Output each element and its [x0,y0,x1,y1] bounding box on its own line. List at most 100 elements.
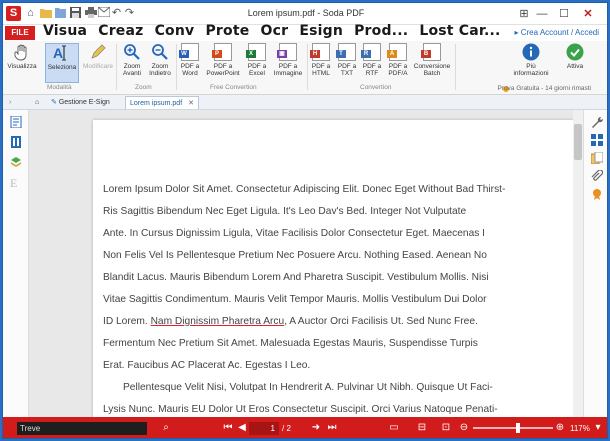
tab-gestione-esign-label: Gestione E-Sign [58,99,110,106]
document-line: Vitae Sagittis Condimentum. Mauris Velit… [103,294,487,305]
conversione-batch-label: Conversione Batch [413,63,451,77]
ribbon-tabs-row: FILE Visua Creaz Conv Prote Ocr Esign Pr… [3,23,607,41]
pdf-rtf-button[interactable]: R PDF a RTF [360,43,384,77]
document-text: ID Lorem. [103,316,148,327]
close-button[interactable]: ✕ [579,6,597,22]
zoom-out-button[interactable]: ⊖ [457,421,471,435]
batch-file-icon: B [421,43,441,61]
next-page-icon[interactable]: ➜ [309,421,323,435]
maximize-button[interactable]: ☐ [555,6,573,22]
tab-convert[interactable]: Conv [155,23,195,39]
seleziona-button[interactable]: A Seleziona [45,43,79,83]
conversione-batch-button[interactable]: B Conversione Batch [413,43,451,77]
zoom-avanti-label: Zoom Avanti [123,63,141,77]
powerpoint-file-icon: P [212,43,232,61]
pdf-pdfa-button[interactable]: A PDF a PDF/A [384,43,412,77]
visualizza-button[interactable]: Visualizza [7,43,37,70]
zoom-out-icon [152,44,168,60]
grid-view-icon[interactable] [591,134,603,146]
pdf-word-button[interactable]: W PDF a Word [177,43,203,77]
document-line: Ris Sagittis Bibendum Nec Eget Ligula. I… [103,206,467,217]
single-page-view-icon[interactable]: ▭ [387,421,401,435]
last-page-icon[interactable]: ⏭ [325,421,339,435]
find-input[interactable] [17,422,147,435]
text-field-icon[interactable]: E [10,176,22,188]
txt-file-icon: T [336,43,356,61]
modificare-button[interactable]: Modificare [83,43,113,70]
document-line: Fermentum Nec Pretium Sit Amet. Malesuad… [103,338,478,349]
layers-icon[interactable] [10,156,22,168]
close-tab-icon[interactable]: ✕ [188,100,194,107]
ribbon-divider [116,44,117,90]
scrollbar-thumb[interactable] [574,124,582,160]
tab-gestione-esign[interactable]: ✎ Gestione E-Sign [47,96,114,109]
ribbon: Visualizza A Seleziona Modificare Modali… [3,41,607,95]
tab-view[interactable]: Visua [43,23,87,39]
document-link-text[interactable]: Nam Dignissim Pharetra Arcu [151,316,285,327]
seleziona-label: Seleziona [47,64,77,71]
excel-file-icon: X [246,43,266,61]
pdf-txt-button[interactable]: T PDF a TXT [335,43,359,77]
rtf-file-icon: R [361,43,381,61]
copy-pages-icon[interactable] [591,152,603,164]
fit-page-icon[interactable]: ⊟ [415,421,429,435]
trial-label: Prova Gratuita - 14 giorni rimasti [497,85,591,92]
tab-esign[interactable]: Esign [299,23,343,39]
pdf-excel-button[interactable]: X PDF a Excel [243,43,271,77]
minimize-button[interactable]: — [533,6,551,22]
wrench-icon[interactable] [591,116,603,128]
attiva-button[interactable]: Attiva [561,43,589,70]
tab-lorem-ipsum-pdf[interactable]: Lorem ipsum.pdf ✕ [125,96,199,109]
pdf-pdfa-label: PDF a PDF/A [388,63,408,77]
zoom-level[interactable]: 117% [570,422,590,435]
status-bar: ⌕ ⏮ ◀ 1 / 2 ➜ ⏭ ▭ ⊟ ⊡ ⊖ ⊕ 117% ▾ [3,417,607,438]
checkmark-icon [566,43,584,61]
ribbon-tab-list: Visua Creaz Conv Prote Ocr Esign Prod...… [43,23,507,39]
tab-create[interactable]: Creaz [98,23,143,39]
attachment-icon[interactable] [591,170,603,182]
select-text-icon: A [53,45,66,61]
tab-lost-card[interactable]: Lost Car... [419,23,500,39]
document-line: ID Lorem. Nam Dignissim Pharetra Arcu, A… [103,316,478,327]
tab-products[interactable]: Prod... [354,23,408,39]
piu-informazioni-button[interactable]: Più informazioni [509,43,553,77]
account-link[interactable]: ▸ Crea Account / Accedi [514,28,599,37]
tab-file[interactable]: FILE [5,26,35,40]
pdf-html-label: PDF a HTML [311,63,331,77]
vertical-scrollbar[interactable] [573,110,583,417]
pdf-powerpoint-button[interactable]: P PDF a PowerPoint [204,43,242,77]
title-bar: S ⌂ ↶ ↷ Lorem ipsum.pdf - Soda PDF ⊞ — ☐… [3,3,607,25]
zoom-dropdown-icon[interactable]: ▾ [591,421,605,435]
first-page-icon[interactable]: ⏮ [221,421,235,435]
previous-page-icon[interactable]: ◀ [235,421,249,435]
pdf-word-label: PDF a Word [180,63,200,77]
zoom-slider[interactable] [473,427,553,429]
pdf-immagine-button[interactable]: ▣ PDF a Immagine [271,43,305,77]
attiva-label: Attiva [566,63,584,70]
esign-pen-icon: ✎ [51,99,57,106]
search-icon[interactable]: ⌕ [159,421,173,435]
zoom-in-icon [124,44,140,60]
zoom-avanti-button[interactable]: Zoom Avanti [119,43,145,77]
page-total: / 2 [282,424,291,433]
page-number-input[interactable]: 1 [249,422,279,435]
pin-icon[interactable]: ⊞ [515,6,533,22]
document-line: Lorem Ipsum Dolor Sit Amet. Consectetur … [103,184,506,195]
document-line: Erat. Faucibus AC Placerat Ac. Egestas I… [103,360,311,371]
collapse-chevron-icon[interactable]: › [5,96,15,109]
bookmarks-icon[interactable] [10,136,22,148]
pdf-html-button[interactable]: H PDF a HTML [308,43,334,77]
html-file-icon: H [310,43,330,61]
zoom-slider-knob[interactable] [516,423,520,433]
pages-thumbnail-icon[interactable] [10,116,22,128]
zoom-indietro-button[interactable]: Zoom Indietro [146,43,174,77]
document-line: Pellentesque Velit Nisi, Volutpat In Hen… [123,382,493,393]
tab-ocr[interactable]: Ocr [261,23,289,39]
group-free-conversion: Free Convertion [210,84,257,91]
tab-protect[interactable]: Prote [205,23,249,39]
zoom-in-button[interactable]: ⊕ [553,421,567,435]
home-tab-icon[interactable]: ⌂ [31,96,43,109]
certificate-badge-icon[interactable] [591,188,603,200]
document-viewport: Lorem Ipsum Dolor Sit Amet. Consectetur … [29,110,583,417]
fit-width-icon[interactable]: ⊡ [439,421,453,435]
